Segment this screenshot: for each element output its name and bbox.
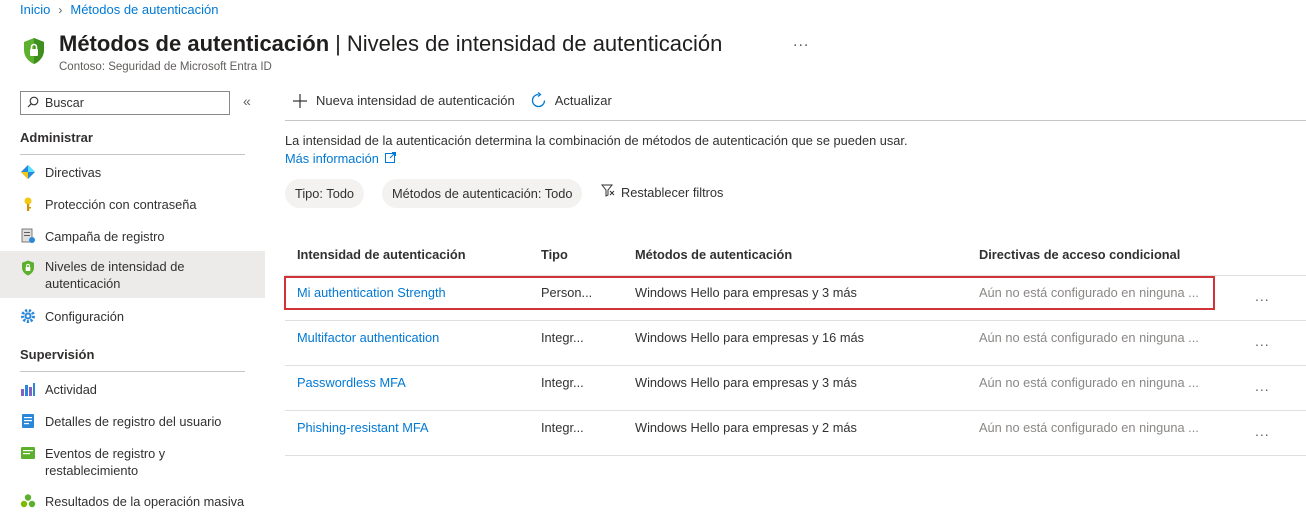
- more-options-button[interactable]: ...: [793, 33, 809, 51]
- sidebar-item-proteccion-contrasena[interactable]: Protección con contraseña: [0, 195, 265, 213]
- events-icon: [20, 445, 36, 461]
- command-bar: Nueva intensidad de autenticación Actual…: [292, 92, 612, 109]
- strength-name-link[interactable]: Phishing-resistant MFA: [297, 420, 429, 435]
- user-details-icon: [20, 413, 36, 429]
- sidebar-item-eventos-registro[interactable]: Eventos de registro y restablecimiento: [0, 444, 265, 480]
- reset-filters-button[interactable]: Restablecer filtros: [600, 184, 724, 200]
- gear-icon: [20, 308, 36, 324]
- refresh-label: Actualizar: [554, 93, 612, 108]
- row-divider: [285, 365, 1306, 366]
- sidebar-search[interactable]: [20, 91, 230, 115]
- bulk-results-icon: [20, 493, 36, 509]
- sidebar-item-detalles-registro[interactable]: Detalles de registro del usuario: [0, 412, 265, 430]
- filter-type-pill[interactable]: Tipo: Todo: [285, 179, 365, 208]
- new-strength-button[interactable]: Nueva intensidad de autenticación: [292, 93, 515, 109]
- page-title-sub: Niveles de intensidad de autenticación: [346, 31, 723, 56]
- sidebar-item-label: Resultados de la operación masiva: [45, 493, 245, 509]
- sidebar-item-label: Eventos de registro y restablecimiento: [45, 446, 166, 478]
- column-header-type[interactable]: Tipo: [541, 247, 568, 262]
- highlight-box: [284, 276, 1215, 310]
- page-title: Métodos de autenticación | Niveles de inte…: [59, 31, 722, 57]
- learn-more-link[interactable]: Más información: [285, 151, 396, 166]
- sidebar-item-label: Configuración: [45, 308, 124, 324]
- shield-check-icon: [22, 37, 46, 65]
- registration-campaign-icon: [20, 228, 36, 244]
- strength-methods: Windows Hello para empresas y 3 más: [635, 375, 857, 390]
- strength-policies: Aún no está configurado en ninguna ...: [979, 375, 1199, 390]
- row-more-button[interactable]: ...: [1255, 423, 1270, 439]
- sidebar-item-resultados-masiva[interactable]: Resultados de la operación masiva: [0, 492, 265, 510]
- refresh-icon: [530, 92, 547, 109]
- column-header-strength[interactable]: Intensidad de autenticación: [297, 247, 466, 262]
- key-icon: [20, 196, 36, 212]
- learn-more-label: Más información: [285, 151, 379, 166]
- section-divider: [20, 154, 245, 155]
- policies-icon: [20, 164, 36, 180]
- column-header-policies[interactable]: Directivas de acceso condicional: [979, 247, 1180, 262]
- strength-policies: Aún no está configurado en ninguna ...: [979, 420, 1199, 435]
- row-more-button[interactable]: ...: [1255, 333, 1270, 349]
- org-subtitle: Contoso: Seguridad de Microsoft Entra ID: [59, 61, 272, 73]
- strength-methods: Windows Hello para empresas y 16 más: [635, 330, 865, 345]
- sidebar-item-label: Detalles de registro del usuario: [45, 413, 222, 429]
- toolbar-divider: [285, 120, 1306, 121]
- sidebar-item-label: Directivas: [45, 164, 102, 180]
- strength-type: Integr...: [541, 330, 584, 345]
- sidebar-item-label: Niveles de intensidad de autenticación: [45, 258, 185, 291]
- strength-name-link[interactable]: Multifactor authentication: [297, 330, 439, 345]
- filter-methods-pill[interactable]: Métodos de autenticación: Todo: [382, 179, 583, 208]
- activity-chart-icon: [20, 381, 36, 397]
- search-input[interactable]: [45, 96, 215, 110]
- row-more-button[interactable]: ...: [1255, 288, 1270, 304]
- external-link-icon: [384, 151, 396, 166]
- strength-type: Integr...: [541, 420, 584, 435]
- filter-clear-icon: [600, 184, 615, 200]
- sidebar-item-niveles-intensidad[interactable]: Niveles de intensidad de autenticación: [0, 251, 265, 298]
- sidebar-item-label: Actividad: [45, 381, 97, 397]
- sidebar-item-label: Campaña de registro: [45, 228, 165, 244]
- column-header-methods[interactable]: Métodos de autenticación: [635, 247, 792, 262]
- shield-icon: [20, 260, 36, 276]
- description-text: La intensidad de la autenticación determ…: [285, 133, 908, 148]
- section-administrar: Administrar: [20, 130, 93, 145]
- strength-name-link[interactable]: Passwordless MFA: [297, 375, 406, 390]
- strength-methods: Windows Hello para empresas y 2 más: [635, 420, 857, 435]
- sidebar-item-directivas[interactable]: Directivas: [0, 163, 265, 181]
- page-title-main: Métodos de autenticación: [59, 31, 330, 56]
- title-separator: |: [335, 31, 341, 56]
- row-more-button[interactable]: ...: [1255, 378, 1270, 394]
- breadcrumb-current-link[interactable]: Métodos de autenticación: [70, 2, 218, 17]
- breadcrumb: Inicio › Métodos de autenticación: [20, 2, 219, 17]
- collapse-sidebar-button[interactable]: «: [243, 93, 251, 109]
- strength-policies: Aún no está configurado en ninguna ...: [979, 330, 1199, 345]
- sidebar-item-actividad[interactable]: Actividad: [0, 380, 265, 398]
- sidebar-item-label: Protección con contraseña: [45, 196, 197, 212]
- row-divider: [285, 455, 1306, 456]
- row-divider: [285, 410, 1306, 411]
- search-icon: [27, 96, 39, 111]
- breadcrumb-home-link[interactable]: Inicio: [20, 2, 50, 17]
- row-divider: [285, 320, 1306, 321]
- plus-icon: [292, 93, 308, 109]
- section-supervision: Supervisión: [20, 347, 95, 362]
- refresh-button[interactable]: Actualizar: [530, 92, 612, 109]
- strength-type: Integr...: [541, 375, 584, 390]
- sidebar-item-campana-registro[interactable]: Campaña de registro: [0, 227, 265, 245]
- new-strength-label: Nueva intensidad de autenticación: [316, 93, 515, 108]
- section-divider: [20, 371, 245, 372]
- sidebar-item-configuracion[interactable]: Configuración: [0, 307, 265, 325]
- chevron-right-icon: ›: [58, 2, 63, 17]
- reset-filters-label: Restablecer filtros: [621, 184, 724, 200]
